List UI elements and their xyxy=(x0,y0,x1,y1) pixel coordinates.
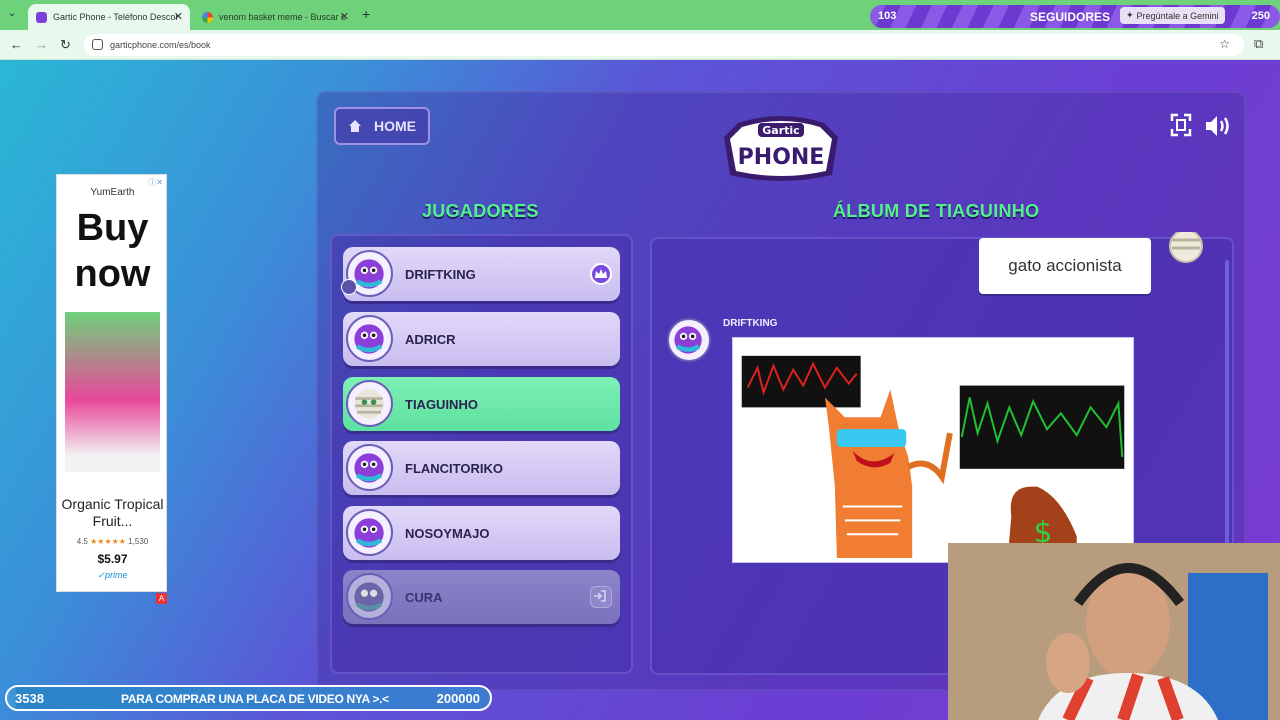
ad-rating-value: 4.5 xyxy=(76,537,88,546)
followers-label: SEGUIDORES xyxy=(1030,10,1111,24)
player-row[interactable]: FLANCITORIKO xyxy=(343,441,620,495)
bookmark-star-icon[interactable]: ☆ xyxy=(1219,37,1230,51)
home-button[interactable]: HOME xyxy=(334,107,430,145)
ad-headline: Buy now xyxy=(74,207,151,295)
sparkle-icon: ✦ xyxy=(1126,10,1134,20)
player-name: NOSOYMAJO xyxy=(405,525,490,541)
bird-avatar-icon xyxy=(346,315,393,362)
address-bar-row: ← → ↻ garticphone.com/es/book ☆ xyxy=(0,30,1280,60)
player-row-disconnected[interactable]: CURA xyxy=(343,570,620,624)
album-title: ÁLBUM DE TIAGUINHO xyxy=(833,201,1040,221)
close-tab-icon[interactable]: ✕ xyxy=(174,10,183,23)
ad-product-name: Organic Tropical Fruit... xyxy=(61,496,164,529)
bird-avatar-icon xyxy=(346,573,393,620)
donation-label: PARA COMPRAR UNA PLACA DE VIDEO NYA >.< xyxy=(121,692,389,706)
home-label: HOME xyxy=(374,118,416,134)
donation-goal-bar: 3538 PARA COMPRAR UNA PLACA DE VIDEO NYA… xyxy=(5,685,492,711)
drawing-author: DRIFTKING xyxy=(723,318,778,329)
browser-tab-google[interactable]: venom basket meme - Buscar c ✕ xyxy=(194,4,356,30)
sidebar-ad[interactable]: ⓘ✕ YumEarth Buy now Organic Tropical Fru… xyxy=(56,174,167,592)
player-row[interactable]: ADRICR xyxy=(343,312,620,366)
phrase-text: gato accionista xyxy=(1008,256,1122,275)
extensions-icon[interactable]: ⧉ xyxy=(1254,36,1263,52)
bird-avatar-icon xyxy=(667,318,711,362)
gemini-label: Pregúntale a Gemini xyxy=(1136,10,1219,21)
player-name: TIAGUINHO xyxy=(405,396,478,412)
ad-prime-badge: ✓prime xyxy=(97,570,128,580)
drawing-canvas: $ xyxy=(732,337,1134,563)
donation-goal: 200000 xyxy=(436,691,480,706)
streamer-webcam-image xyxy=(948,543,1280,720)
browser-tab-gartic[interactable]: Gartic Phone - Teléfono Descor ✕ xyxy=(28,4,190,30)
forward-arrow-icon[interactable]: → xyxy=(35,37,48,52)
players-title: JUGADORES xyxy=(422,201,539,221)
donation-current: 3538 xyxy=(15,691,44,706)
followers-goal: 250 xyxy=(1251,10,1270,22)
player-row-selected[interactable]: TIAGUINHO xyxy=(343,377,620,431)
reload-icon[interactable]: ↻ xyxy=(60,37,71,53)
ad-rating: 4.5 ★★★★★ 1,530 xyxy=(57,537,168,546)
gemini-button[interactable]: ✦ Pregúntale a Gemini xyxy=(1120,7,1225,24)
cat-drawing: $ xyxy=(741,355,1125,562)
svg-text:Gartic: Gartic xyxy=(762,124,799,137)
album-scrollbar[interactable] xyxy=(1225,260,1229,560)
ad-price: $5.97 xyxy=(97,552,128,566)
ad-review-count: 1,530 xyxy=(128,537,149,546)
back-arrow-icon[interactable]: ← xyxy=(10,37,23,52)
player-name: DRIFTKING xyxy=(405,266,476,282)
bird-avatar-icon xyxy=(346,444,393,491)
player-row[interactable]: DRIFTKING xyxy=(341,247,620,301)
host-user-icon xyxy=(341,279,357,295)
site-info-icon[interactable] xyxy=(92,39,103,50)
exit-door-icon xyxy=(590,586,612,608)
gartic-phone-logo: Gartic PHONE xyxy=(724,116,838,181)
player-row[interactable]: NOSOYMAJO xyxy=(343,506,620,560)
url-text: garticphone.com/es/book xyxy=(110,40,211,50)
ad-product-image[interactable] xyxy=(65,312,160,472)
crown-icon xyxy=(590,263,612,285)
top-controls xyxy=(1170,113,1229,137)
followers-current: 103 xyxy=(878,10,897,22)
webcam-overlay xyxy=(948,543,1280,720)
player-name: FLANCITORIKO xyxy=(405,460,503,476)
tab-list-chevron-icon[interactable]: ⌄ xyxy=(8,8,16,19)
volume-icon[interactable] xyxy=(1206,116,1229,136)
google-favicon-icon xyxy=(202,11,213,23)
phrase-bubble: gato accionista xyxy=(979,238,1151,294)
bird-avatar-icon xyxy=(346,509,393,556)
home-icon xyxy=(349,120,361,132)
close-tab-icon[interactable]: ✕ xyxy=(340,10,349,23)
player-name: CURA xyxy=(405,589,443,605)
tab-title: Gartic Phone - Teléfono Descor xyxy=(53,12,179,22)
tab-title: venom basket meme - Buscar c xyxy=(219,12,346,22)
adchoices-icon[interactable]: A xyxy=(156,593,167,604)
mummy-avatar-icon xyxy=(1169,232,1203,263)
player-name: ADRICR xyxy=(405,331,456,347)
fullscreen-icon[interactable] xyxy=(1170,113,1192,137)
stars-icon: ★★★★★ xyxy=(90,537,126,546)
svg-text:PHONE: PHONE xyxy=(738,145,825,170)
gartic-favicon-icon xyxy=(36,11,47,23)
url-field[interactable]: garticphone.com/es/book ☆ xyxy=(84,34,1244,56)
new-tab-icon[interactable]: + xyxy=(362,6,370,22)
mummy-avatar-icon xyxy=(346,380,393,427)
ad-brand: YumEarth xyxy=(90,187,135,198)
